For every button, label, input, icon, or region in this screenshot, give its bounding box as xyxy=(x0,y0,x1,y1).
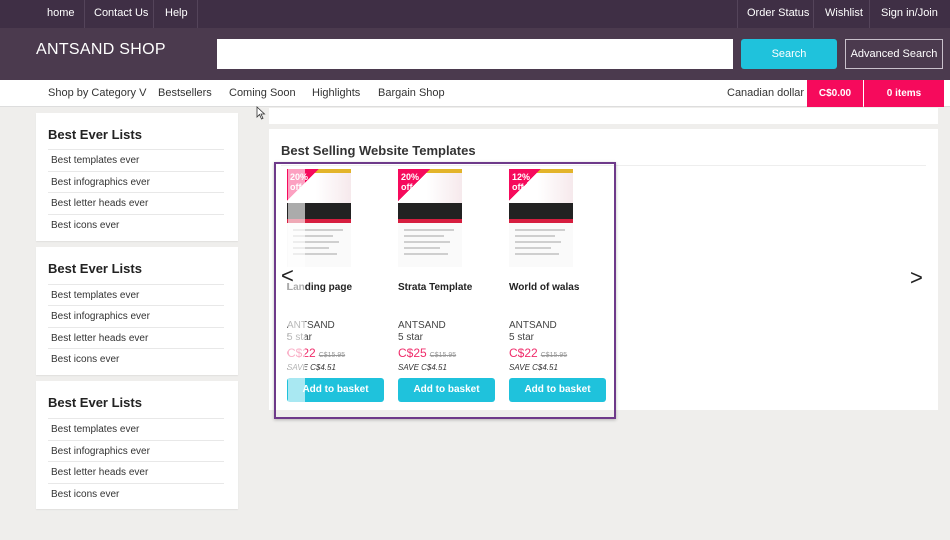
carousel-selection-outline xyxy=(274,162,616,419)
cart-items-button[interactable]: 0 items xyxy=(864,80,944,107)
category-shop-by-category[interactable]: Shop by Category V xyxy=(48,80,146,107)
search-input[interactable] xyxy=(217,39,733,69)
sidebar-link[interactable]: Best infographics ever xyxy=(48,171,224,192)
cart-total-button[interactable]: C$0.00 xyxy=(807,80,863,107)
sidebar-box: Best Ever Lists Best templates ever Best… xyxy=(36,381,238,509)
nav-order-status-link[interactable]: Order Status xyxy=(747,0,809,28)
sidebar-link[interactable]: Best letter heads ever xyxy=(48,327,224,348)
chevron-right-icon[interactable]: > xyxy=(910,266,923,290)
nav-home-link[interactable]: home xyxy=(47,0,75,28)
site-logo[interactable]: ANTSAND SHOP xyxy=(36,41,166,59)
sidebar-box-title: Best Ever Lists xyxy=(48,127,142,142)
top-nav: home Contact Us Help Order Status Wishli… xyxy=(0,0,950,28)
sidebar-box: Best Ever Lists Best templates ever Best… xyxy=(36,247,238,375)
nav-divider xyxy=(737,0,738,28)
sidebar-box: Best Ever Lists Best templates ever Best… xyxy=(36,113,238,241)
nav-divider xyxy=(153,0,154,28)
sidebar-link[interactable]: Best infographics ever xyxy=(48,440,224,461)
nav-divider xyxy=(813,0,814,28)
sidebar-link[interactable]: Best templates ever xyxy=(48,284,224,305)
site-header: ANTSAND SHOP Search Advanced Search xyxy=(0,28,950,80)
mouse-cursor-icon xyxy=(256,106,266,120)
nav-help-link[interactable]: Help xyxy=(165,0,188,28)
content-strip xyxy=(269,108,938,124)
nav-divider xyxy=(869,0,870,28)
sidebar-link[interactable]: Best icons ever xyxy=(48,483,224,504)
sidebar-box-title: Best Ever Lists xyxy=(48,261,142,276)
sidebar-link[interactable]: Best letter heads ever xyxy=(48,461,224,482)
sidebar-link[interactable]: Best infographics ever xyxy=(48,305,224,326)
nav-signin-link[interactable]: Sign in/Join xyxy=(881,0,938,28)
sidebar-link[interactable]: Best icons ever xyxy=(48,348,224,369)
category-coming-soon[interactable]: Coming Soon xyxy=(229,80,296,107)
category-bargain-shop[interactable]: Bargain Shop xyxy=(378,80,445,107)
nav-contact-link[interactable]: Contact Us xyxy=(94,0,148,28)
nav-wishlist-link[interactable]: Wishlist xyxy=(825,0,863,28)
nav-divider xyxy=(84,0,85,28)
section-title: Best Selling Website Templates xyxy=(281,143,476,158)
sidebar-link[interactable]: Best letter heads ever xyxy=(48,192,224,213)
sidebar-link[interactable]: Best templates ever xyxy=(48,149,224,170)
category-bar: Shop by Category V Bestsellers Coming So… xyxy=(0,80,950,107)
category-highlights[interactable]: Highlights xyxy=(312,80,360,107)
nav-divider xyxy=(197,0,198,28)
advanced-search-button[interactable]: Advanced Search xyxy=(845,39,943,69)
sidebar-link[interactable]: Best icons ever xyxy=(48,214,224,235)
sidebar-link[interactable]: Best templates ever xyxy=(48,418,224,439)
search-button[interactable]: Search xyxy=(741,39,837,69)
category-bestsellers[interactable]: Bestsellers xyxy=(158,80,212,107)
currency-selector[interactable]: Canadian dollar xyxy=(727,80,804,107)
sidebar-box-title: Best Ever Lists xyxy=(48,395,142,410)
